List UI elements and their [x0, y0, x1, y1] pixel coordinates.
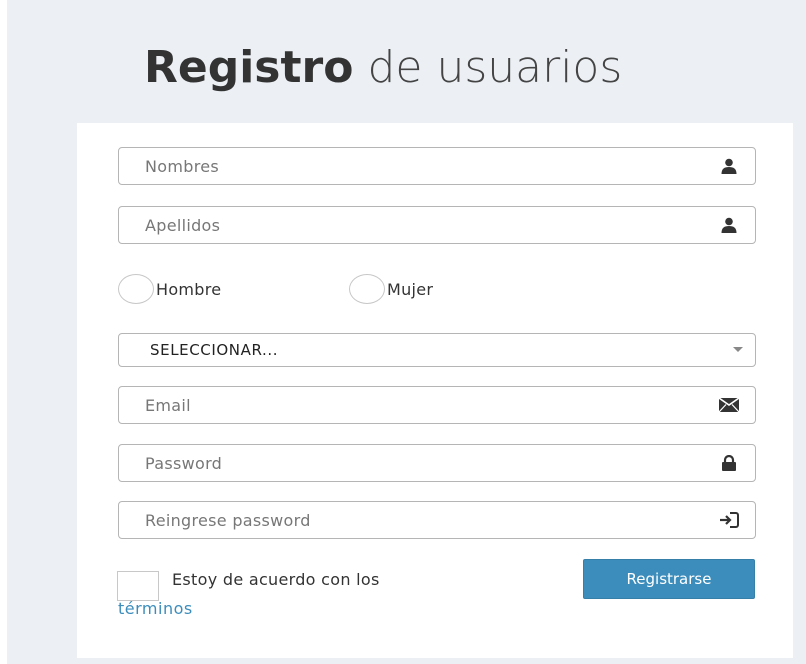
nombres-input[interactable]: [145, 148, 705, 184]
log-in-icon: [719, 510, 739, 530]
register-button[interactable]: Registrarse: [583, 559, 755, 599]
user-icon: [719, 156, 739, 176]
terms-link[interactable]: términos: [118, 599, 193, 618]
email-field[interactable]: [118, 386, 756, 424]
email-input[interactable]: [145, 387, 705, 423]
nombres-field[interactable]: [118, 147, 756, 185]
radio-mujer-label: Mujer: [387, 279, 434, 299]
chevron-down-icon: [733, 347, 743, 352]
repassword-field[interactable]: [118, 501, 756, 539]
radio-hombre[interactable]: [118, 274, 154, 304]
terms-checkbox[interactable]: [117, 571, 159, 601]
radio-hombre-option[interactable]: Hombre: [118, 273, 221, 305]
title-bold: Registro: [144, 42, 354, 93]
repassword-input[interactable]: [145, 502, 705, 538]
title-rest: de usuarios: [367, 42, 623, 93]
apellidos-field[interactable]: [118, 206, 756, 244]
terms-agree-label: Estoy de acuerdo con los: [172, 570, 380, 589]
select-value: SELECCIONAR...: [150, 341, 279, 359]
radio-mujer-option[interactable]: Mujer: [349, 273, 433, 305]
radio-mujer[interactable]: [349, 274, 385, 304]
user-icon: [719, 215, 739, 235]
radio-hombre-label: Hombre: [156, 279, 222, 299]
page-title: Registro de usuarios: [144, 38, 622, 98]
category-select[interactable]: SELECCIONAR...: [118, 333, 756, 367]
password-input[interactable]: [145, 445, 705, 481]
apellidos-input[interactable]: [145, 207, 705, 243]
password-field[interactable]: [118, 444, 756, 482]
lock-icon: [719, 453, 739, 473]
envelope-icon: [719, 395, 739, 415]
